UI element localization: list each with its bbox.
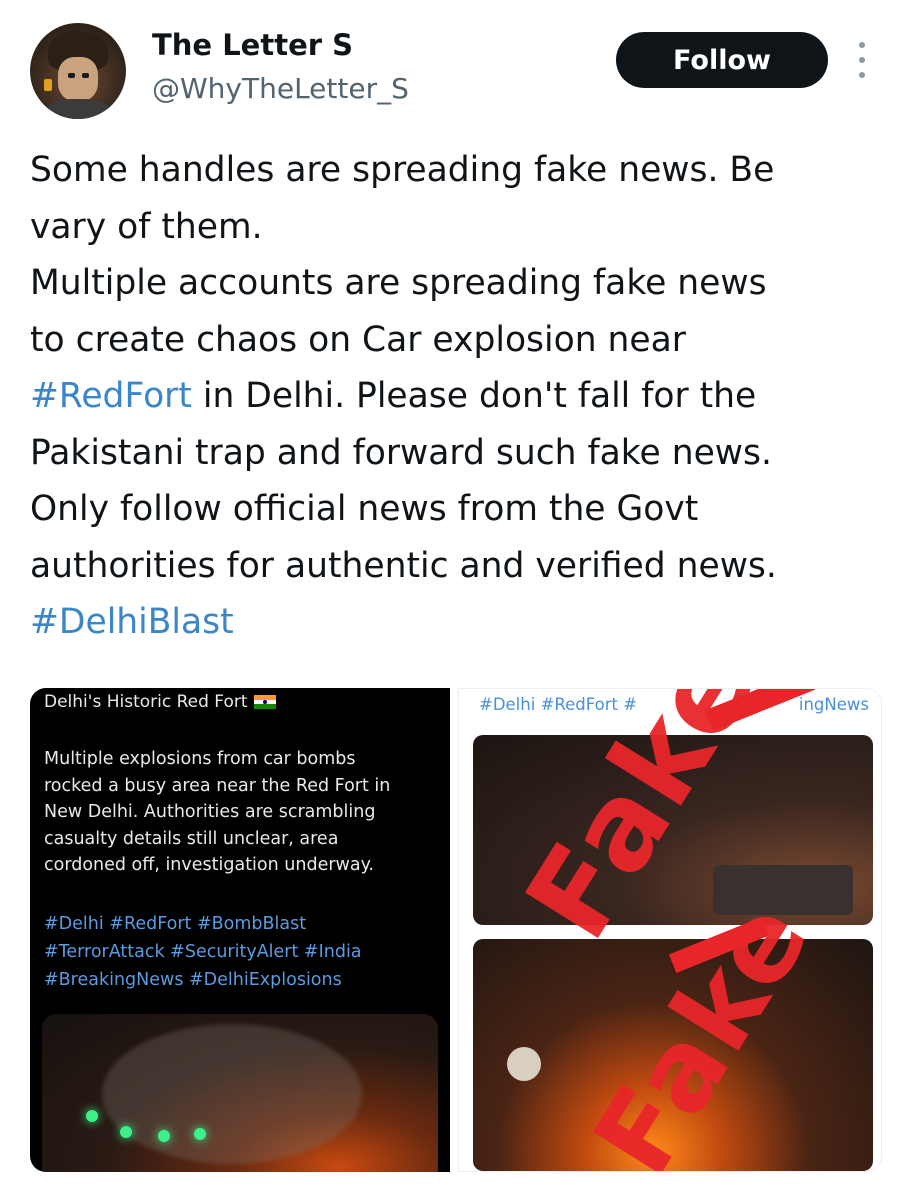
more-dot bbox=[859, 72, 865, 78]
more-dot bbox=[859, 57, 865, 63]
tweet-line-text: in Delhi. Please don't fall for the bbox=[191, 376, 757, 416]
tweet-line: Pakistani trap and forward such fake new… bbox=[30, 425, 900, 482]
follow-button[interactable]: Follow bbox=[616, 32, 828, 88]
india-flag-icon bbox=[253, 695, 276, 709]
screenshot-hashtag-line: #BreakingNews #DelhiExplosions bbox=[44, 970, 342, 990]
screenshot-hashtag-line: #Delhi #RedFort #BombBlast bbox=[44, 914, 307, 934]
screenshot-body-line: New Delhi. Authorities are scrambling bbox=[44, 802, 376, 822]
media-image-left[interactable]: Delhi's Historic Red Fort Multiple explo… bbox=[30, 688, 450, 1172]
tweet-line-text: Some handles are spreading fake news. Be bbox=[30, 150, 775, 190]
screenshot-title: Delhi's Historic Red Fort bbox=[44, 692, 276, 712]
author-avatar[interactable] bbox=[30, 23, 126, 119]
tweet-line-text: authorities for authentic and verified n… bbox=[30, 545, 777, 586]
tweet-line-text: Multiple accounts are spreading fake new… bbox=[30, 263, 767, 303]
tweet-line: #RedFort in Delhi. Please don't fall for… bbox=[30, 368, 900, 425]
tweet-text: Some handles are spreading fake news. Be… bbox=[30, 142, 900, 651]
tweet-line: authorities for authentic and verified n… bbox=[30, 538, 900, 595]
screenshot-body-line: casualty details still unclear, area bbox=[44, 828, 339, 849]
street-lamp bbox=[507, 1047, 541, 1081]
hashtag-delhiblast-link[interactable]: #DelhiBlast bbox=[30, 602, 234, 642]
tweet-line-text: vary of them. bbox=[30, 206, 263, 247]
screenshot-body-line: Multiple explosions from car bombs bbox=[44, 749, 356, 769]
smoke-cloud bbox=[102, 1024, 362, 1164]
tweet-line: Some handles are spreading fake news. Be bbox=[30, 142, 900, 199]
screenshot-body-line: cordoned off, investigation underway. bbox=[44, 855, 374, 875]
tweet-line: #DelhiBlast bbox=[30, 594, 900, 651]
tweet-line-text: Pakistani trap and forward such fake new… bbox=[30, 432, 772, 473]
green-light bbox=[120, 1126, 132, 1138]
hashtag-redfort-link[interactable]: #RedFort bbox=[30, 376, 192, 416]
tweet-line: Multiple accounts are spreading fake new… bbox=[30, 255, 900, 312]
tweet-line-text: Only follow official news from the Govt bbox=[30, 489, 699, 529]
screenshot-title-text: Delhi's Historic Red Fort bbox=[44, 692, 248, 712]
headset-icon bbox=[44, 79, 52, 91]
avatar-face bbox=[58, 57, 98, 101]
tweet-line: Only follow official news from the Govt bbox=[30, 481, 900, 538]
screenshot-hashtag-right: ingNews bbox=[798, 695, 869, 714]
author-display-name[interactable]: The Letter S bbox=[152, 28, 353, 62]
more-dot bbox=[859, 42, 865, 48]
tweet-line: vary of them. bbox=[30, 199, 900, 256]
tweet-line-text: to create chaos on Car explosion near bbox=[30, 319, 686, 360]
green-light bbox=[194, 1128, 206, 1140]
screenshot-hashtag-line: #TerrorAttack #SecurityAlert #India bbox=[44, 942, 362, 962]
author-handle[interactable]: @WhyTheLetter_S bbox=[152, 72, 409, 105]
avatar-eye bbox=[68, 73, 75, 78]
green-light bbox=[86, 1110, 98, 1122]
screenshot-body: Multiple explosions from car bombs rocke… bbox=[44, 746, 434, 879]
more-vertical-icon[interactable] bbox=[856, 42, 868, 78]
explosion-photo bbox=[42, 1014, 438, 1172]
screenshot-body-line: rocked a busy area near the Red Fort in bbox=[44, 775, 391, 796]
screenshot-hashtags: #Delhi #RedFort #BombBlast #TerrorAttack… bbox=[44, 910, 444, 994]
media-image-right[interactable]: #Delhi #RedFort # ingNews Fake Fake bbox=[458, 688, 882, 1172]
tweet-line: to create chaos on Car explosion near bbox=[30, 312, 900, 369]
green-light bbox=[158, 1130, 170, 1142]
avatar-eye bbox=[82, 73, 89, 78]
avatar-shirt bbox=[46, 99, 110, 119]
